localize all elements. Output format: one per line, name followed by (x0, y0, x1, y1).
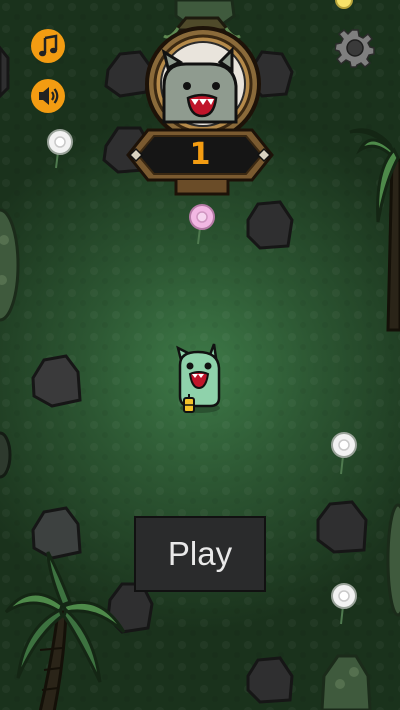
flower-yellow-top (335, 0, 353, 9)
rock (246, 656, 294, 704)
music-toggle-button[interactable] (30, 28, 66, 64)
bush-right-bottom (386, 503, 400, 617)
gear-icon (334, 28, 375, 69)
rock (246, 200, 294, 250)
player-monster (176, 343, 221, 413)
sound-toggle-button[interactable] (30, 78, 66, 114)
rock-left-edge (0, 431, 12, 479)
settings-button[interactable] (334, 28, 375, 69)
play-button[interactable]: Play (134, 516, 266, 592)
score-counter: 1 (189, 137, 211, 172)
music-note-icon (31, 29, 65, 63)
rock (316, 500, 368, 554)
speaker-icon (31, 79, 65, 113)
rock (0, 45, 10, 99)
